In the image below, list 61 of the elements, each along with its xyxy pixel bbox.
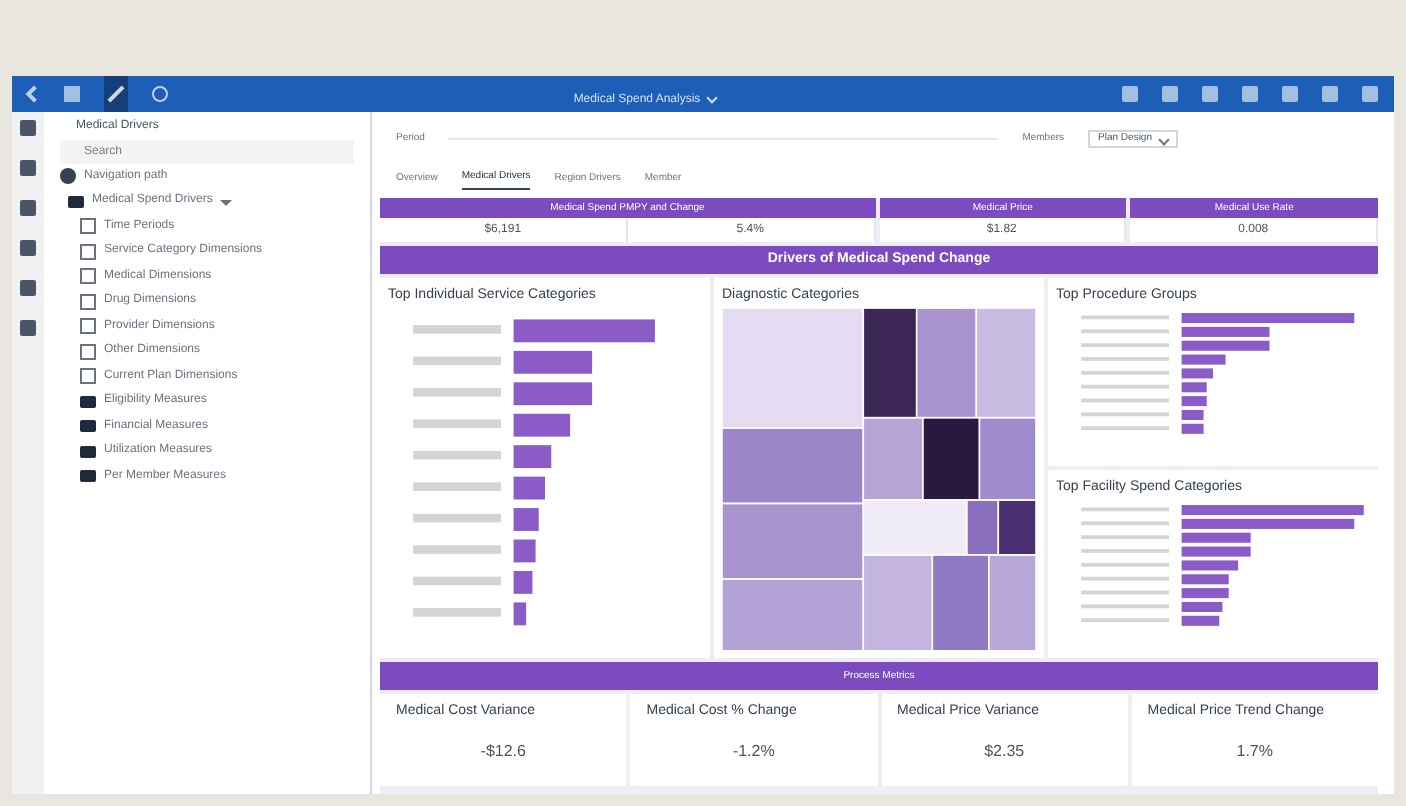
bar [1181,531,1251,542]
category-label-line [1081,356,1170,360]
category-label-line [1081,575,1170,580]
category-label-line [1081,342,1170,346]
bar [513,381,593,405]
bar [1181,422,1204,433]
category-label-line [1081,561,1170,566]
bar [513,507,539,530]
bar [1181,367,1213,378]
category-label-line [1081,314,1170,319]
bar [513,349,593,373]
nav-icon[interactable] [20,320,36,336]
category-label-line [1081,603,1170,608]
metric-value: 1.7% [1234,739,1275,763]
toolbar-icon[interactable] [1282,86,1298,102]
bar [513,444,552,468]
nav-icon[interactable] [20,200,36,216]
bar [513,569,533,593]
bar [1181,545,1251,556]
bar [1181,339,1270,350]
toolbar-icon[interactable] [1202,86,1218,102]
category-label-line [1081,520,1170,525]
category-label-line [1081,589,1170,594]
toolbar-icon[interactable] [1122,86,1138,102]
bar [1181,573,1229,584]
bar [513,412,571,436]
pencil-icon[interactable] [104,76,128,112]
nav-icon[interactable] [20,120,36,136]
bar [1181,381,1207,392]
toolbar-icon[interactable] [1242,86,1258,102]
bar [513,475,545,499]
category-label-line [1081,425,1170,430]
bar [1181,614,1220,625]
toolbar-icon[interactable] [1162,86,1178,102]
search-icon[interactable] [152,86,168,102]
category-label-line [1081,397,1170,402]
toolbar-icon[interactable] [1322,86,1338,102]
nav-icon[interactable] [20,160,36,176]
metric-value: -$12.6 [478,739,528,763]
metric-value: -1.2% [730,739,777,763]
link-icon [60,168,76,185]
bar [1181,353,1226,364]
category-label-line [1081,617,1170,622]
nav-icon[interactable] [20,280,36,296]
category-label-line [1081,369,1170,374]
folder-icon [68,195,84,208]
toolbar-icon[interactable] [1362,86,1378,102]
category-label-line [1081,411,1170,416]
bar [513,538,536,562]
bar [513,318,655,342]
chevron-icon[interactable] [706,92,719,104]
category-label-line [1081,506,1170,511]
metric-value: $2.35 [982,739,1027,763]
nav-icon[interactable] [20,240,36,256]
category-label-line [1081,534,1170,538]
bar [1181,559,1239,570]
category-label-line [1081,548,1170,552]
category-label-line [1081,328,1170,333]
bar [513,601,527,625]
category-label-line [1081,383,1170,388]
document-icon[interactable] [64,86,80,102]
